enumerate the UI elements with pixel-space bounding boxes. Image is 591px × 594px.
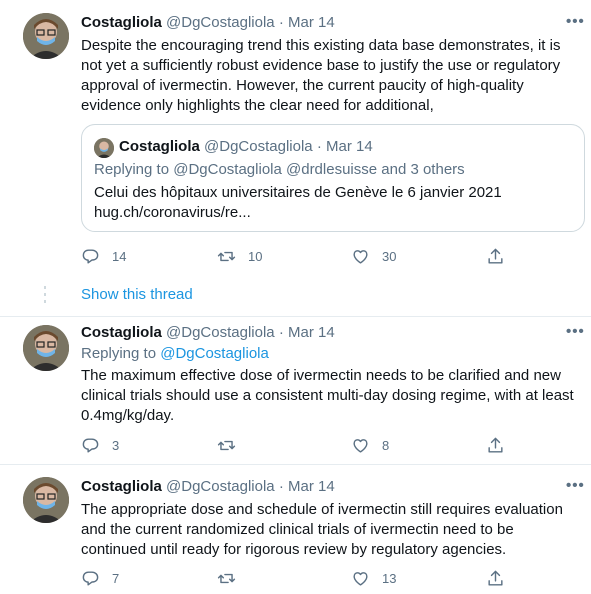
tweet-header: Costagliola @DgCostagliola · Mar 14: [81, 477, 335, 497]
separator: ·: [278, 324, 284, 341]
author-name[interactable]: Costagliola: [81, 478, 162, 495]
tweet-text: The maximum effective dose of ivermectin…: [81, 367, 574, 424]
thread-connector: [44, 293, 46, 296]
share-icon: [488, 570, 503, 586]
tweet-text: Despite the encouraging trend this exist…: [81, 37, 561, 114]
quote-avatar: [94, 138, 114, 158]
author-name[interactable]: Costagliola: [81, 14, 162, 31]
tweet-date[interactable]: Mar 14: [288, 324, 335, 341]
reply-button[interactable]: 14: [81, 246, 126, 266]
quote-text-line-1: Celui des hôpitaux universitaires de Gen…: [94, 184, 502, 201]
author-handle[interactable]: @DgCostagliola: [166, 14, 275, 31]
like-icon: [353, 249, 368, 264]
replying-to-link[interactable]: @DgCostagliola: [160, 345, 269, 362]
author-handle[interactable]: @DgCostagliola: [166, 324, 275, 341]
reply-icon: [82, 248, 99, 264]
thread-connector: [44, 286, 46, 289]
like-button[interactable]: 8: [351, 435, 389, 455]
quote-replying-to: @DgCostagliola @drdlesuisse and 3 others: [173, 161, 465, 178]
quote-text-line-2: hug.ch/coronavirus/re...: [94, 204, 251, 221]
tweet-actions: 7 13: [81, 568, 511, 588]
tweet-header: Costagliola @DgCostagliola · Mar 14: [81, 13, 335, 33]
author-name[interactable]: Costagliola: [81, 324, 162, 341]
retweet-icon: [217, 251, 236, 261]
quote-replying-prefix: Replying to: [94, 161, 174, 178]
share-button[interactable]: [486, 435, 505, 455]
divider: [0, 464, 591, 465]
author-handle[interactable]: @DgCostagliola: [166, 478, 275, 495]
reply-button[interactable]: 3: [81, 435, 119, 455]
retweet-icon: [217, 573, 236, 583]
reply-icon: [82, 570, 99, 586]
like-icon: [353, 571, 368, 586]
like-button[interactable]: 30: [351, 246, 396, 266]
avatar[interactable]: [23, 13, 69, 59]
tweet-actions: 3 8: [81, 435, 511, 455]
quote-author-name: Costagliola: [119, 138, 200, 155]
reply-button[interactable]: 7: [81, 568, 119, 588]
quote-author-handle: @DgCostagliola: [204, 138, 313, 155]
share-button[interactable]: [486, 568, 505, 588]
reply-count: 7: [112, 570, 120, 586]
replying-prefix: Replying to: [81, 345, 161, 362]
retweet-button[interactable]: [217, 435, 248, 455]
share-icon: [488, 248, 503, 264]
retweet-icon: [217, 440, 236, 450]
like-count: 30: [382, 248, 397, 264]
quote-replying: Replying to @DgCostagliola @drdlesuisse …: [94, 160, 465, 180]
tweet-date[interactable]: Mar 14: [288, 478, 335, 495]
retweet-button[interactable]: [217, 568, 248, 588]
more-icon[interactable]: •••: [566, 12, 585, 32]
show-thread-link[interactable]: Show this thread: [81, 285, 193, 305]
separator: ·: [278, 14, 284, 31]
like-button[interactable]: 13: [351, 568, 396, 588]
like-count: 13: [382, 570, 397, 586]
divider: [0, 316, 591, 317]
quote-separator: ·: [316, 138, 322, 155]
tweet-actions: 14 10 30: [81, 246, 511, 266]
quote-date: Mar 14: [326, 138, 373, 155]
like-count: 8: [382, 437, 390, 453]
thread-connector: [44, 300, 46, 303]
reply-count: 3: [112, 437, 120, 453]
retweet-count: 10: [248, 248, 263, 264]
reply-icon: [82, 437, 99, 453]
quote-header: Costagliola @DgCostagliola · Mar 14: [119, 137, 373, 157]
reply-count: 14: [112, 248, 127, 264]
tweet-date[interactable]: Mar 14: [288, 14, 335, 31]
more-icon[interactable]: •••: [566, 322, 585, 342]
retweet-button[interactable]: 10: [217, 246, 262, 266]
share-button[interactable]: [486, 246, 505, 266]
quoted-tweet[interactable]: Costagliola @DgCostagliola · Mar 14 Repl…: [81, 124, 585, 232]
share-icon: [488, 437, 503, 453]
tweet-header: Costagliola @DgCostagliola · Mar 14: [81, 323, 335, 343]
avatar[interactable]: [23, 325, 69, 371]
avatar[interactable]: [23, 477, 69, 523]
tweet-text: The appropriate dose and schedule of ive…: [81, 501, 563, 558]
like-icon: [353, 438, 368, 453]
replying-to: Replying to @DgCostagliola: [81, 344, 269, 364]
more-icon[interactable]: •••: [566, 476, 585, 496]
separator: ·: [278, 478, 284, 495]
